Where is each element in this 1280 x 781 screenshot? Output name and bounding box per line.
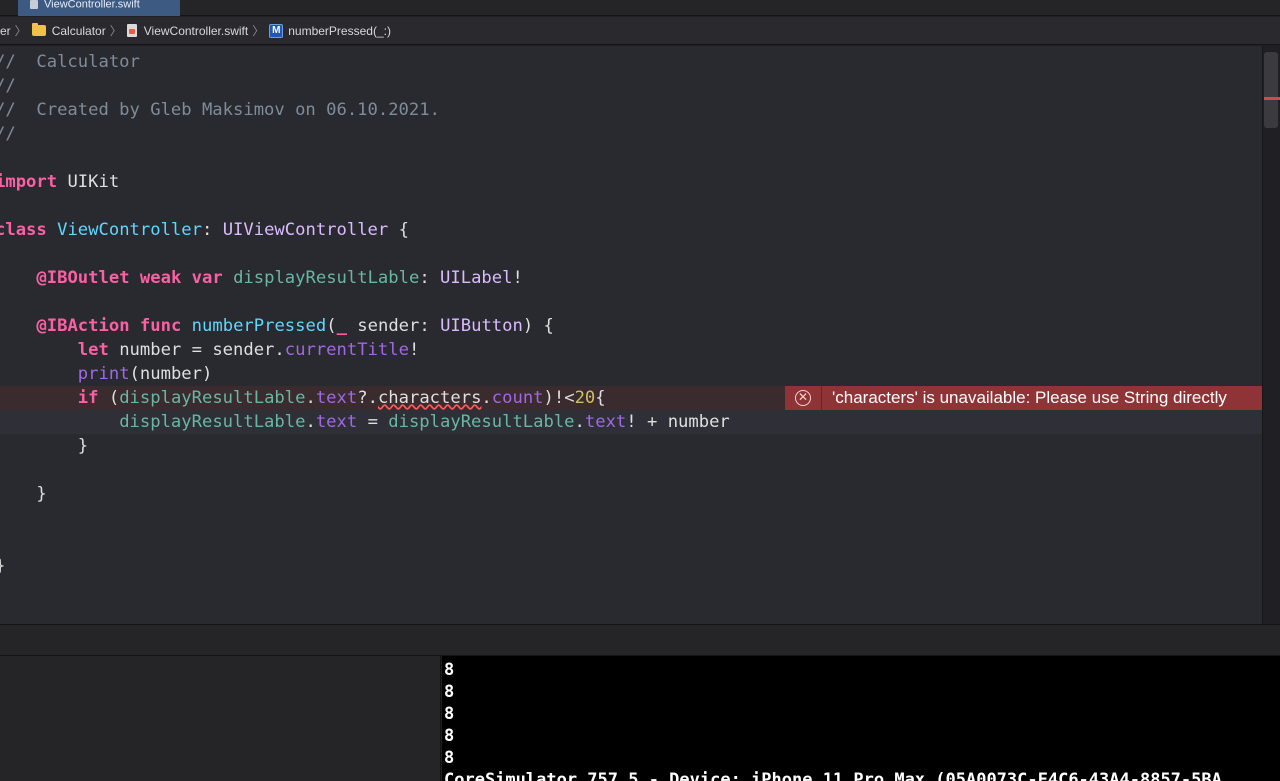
breadcrumb-leading-label: er bbox=[0, 23, 11, 38]
error-circle-x-icon: ✕ bbox=[795, 390, 811, 406]
chevron-right-icon: 〉 bbox=[14, 24, 27, 38]
error-annotation[interactable]: ✕ 'characters' is unavailable: Please us… bbox=[785, 386, 1262, 410]
code-line: @IBOutlet weak var displayResultLable: U… bbox=[36, 268, 523, 288]
error-scroll-marker[interactable] bbox=[1264, 97, 1280, 100]
debug-area-header[interactable] bbox=[0, 624, 1280, 656]
error-message: 'characters' is unavailable: Please use … bbox=[832, 388, 1227, 407]
code-line: // Calculator bbox=[0, 52, 140, 72]
breadcrumb-label: Calculator bbox=[51, 23, 106, 38]
breadcrumb-item-project[interactable]: er bbox=[0, 24, 11, 38]
breadcrumb-item-calculator[interactable]: Calculator bbox=[31, 23, 106, 38]
swift-file-icon bbox=[30, 0, 38, 9]
chevron-right-icon: 〉 bbox=[109, 24, 122, 38]
method-icon: M bbox=[269, 23, 284, 38]
swift-file-icon bbox=[126, 24, 137, 37]
chevron-right-icon: 〉 bbox=[252, 24, 265, 38]
code-line: displayResultLable.text = displayResultL… bbox=[119, 412, 730, 432]
breadcrumb-label: numberPressed(_:) bbox=[288, 23, 391, 38]
code-line-error: if (displayResultLable.text?.characters.… bbox=[77, 388, 606, 408]
console-line: 8 bbox=[444, 726, 455, 746]
code-line: @IBAction func numberPressed(_ sender: U… bbox=[36, 316, 554, 336]
breadcrumb-item-file[interactable]: ViewController.swift bbox=[126, 23, 249, 38]
code-line: // Created by Gleb Maksimov on 06.10.202… bbox=[0, 100, 440, 120]
folder-icon bbox=[31, 23, 46, 36]
console-line: 8 bbox=[444, 704, 455, 724]
console-line: 8 bbox=[444, 660, 455, 680]
code-line: } bbox=[77, 436, 89, 456]
console-line: 8 bbox=[444, 682, 455, 702]
code-line: // bbox=[0, 76, 16, 96]
code-line: } bbox=[0, 554, 5, 578]
console-output[interactable]: 8 8 8 8 8 CoreSimulator 757.5 - Device: … bbox=[442, 656, 1280, 781]
tab-bar: ViewController.swift bbox=[0, 0, 1280, 16]
editor-scrollbar[interactable] bbox=[1262, 46, 1280, 624]
error-icon-wrapper: ✕ bbox=[785, 386, 822, 410]
breadcrumb-label: ViewController.swift bbox=[143, 23, 249, 38]
tab-viewcontroller-swift[interactable]: ViewController.swift bbox=[18, 0, 180, 16]
code-line: class ViewController: UIViewController { bbox=[0, 220, 409, 240]
console-line: CoreSimulator 757.5 - Device: iPhone 11 … bbox=[444, 770, 1222, 781]
tab-title: ViewController.swift bbox=[44, 0, 140, 11]
code-line: let number = sender.currentTitle! bbox=[77, 340, 420, 360]
breadcrumb-item-method[interactable]: M numberPressed(_:) bbox=[269, 23, 391, 38]
variables-view[interactable] bbox=[0, 656, 441, 781]
scrollbar-thumb[interactable] bbox=[1264, 52, 1278, 128]
code-line: } bbox=[36, 484, 47, 504]
breadcrumb: er 〉 Calculator 〉 ViewController.swift 〉… bbox=[0, 17, 1280, 45]
code-editor[interactable]: // Calculator // // Created by Gleb Maks… bbox=[0, 46, 1262, 624]
code-line: // bbox=[0, 124, 16, 144]
code-line: print(number) bbox=[77, 364, 213, 384]
code-line: import UIKit bbox=[0, 172, 120, 192]
console-line: 8 bbox=[444, 748, 455, 768]
